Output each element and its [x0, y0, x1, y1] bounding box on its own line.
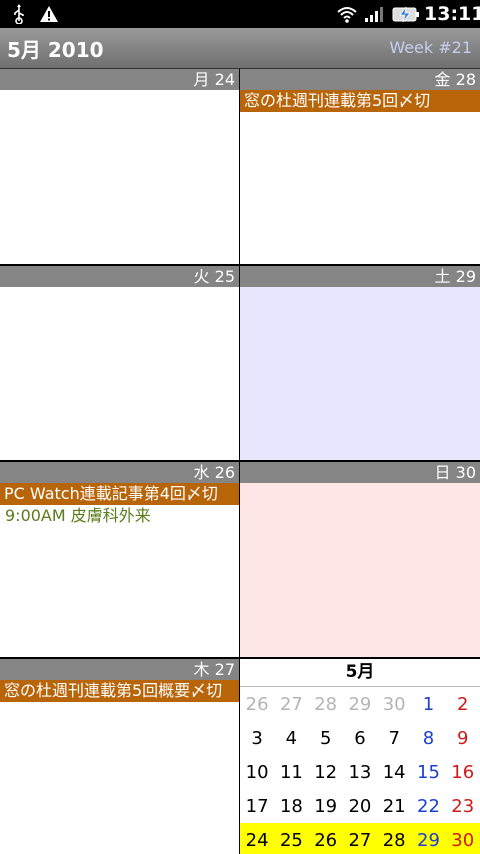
mini-calendar-day[interactable]: 13 — [343, 762, 377, 783]
mini-calendar-day[interactable]: 20 — [343, 796, 377, 817]
mini-calendar-day[interactable]: 29 — [411, 830, 445, 851]
mini-calendar-day[interactable]: 7 — [377, 728, 411, 749]
mini-calendar-day[interactable]: 8 — [411, 728, 445, 749]
event-timed[interactable]: 9:00AM 皮膚科外来 — [0, 505, 239, 527]
mini-calendar-day[interactable]: 28 — [377, 830, 411, 851]
mini-calendar-day[interactable]: 28 — [309, 694, 343, 715]
day-cell-thursday[interactable]: 木 27 窓の杜週刊連載第5回概要〆切 — [0, 659, 239, 854]
mini-calendar-day[interactable]: 29 — [343, 694, 377, 715]
day-cell-monday[interactable]: 月 24 — [0, 69, 239, 264]
clock-time: 13:11 — [424, 3, 480, 25]
event-allday[interactable]: 窓の杜週刊連載第5回〆切 — [240, 90, 480, 112]
mini-calendar-day[interactable]: 25 — [274, 830, 308, 851]
event-allday[interactable]: PC Watch連載記事第4回〆切 — [0, 483, 239, 505]
mini-calendar-day[interactable]: 11 — [274, 762, 308, 783]
calendar-title-bar: 5月 2010 Week #21 — [0, 28, 480, 69]
day-header: 月 24 — [0, 69, 239, 90]
mini-calendar-day[interactable]: 23 — [446, 796, 480, 817]
mini-calendar-day[interactable]: 21 — [377, 796, 411, 817]
mini-calendar-week-row: 17 18 19 20 21 22 23 — [240, 789, 480, 823]
status-bar: 13:11 — [0, 0, 480, 28]
day-header: 金 28 — [240, 69, 480, 90]
mini-calendar-day[interactable]: 2 — [446, 694, 480, 715]
mini-calendar-day[interactable]: 30 — [377, 694, 411, 715]
mini-calendar-day[interactable]: 15 — [411, 762, 445, 783]
warning-icon — [38, 4, 60, 24]
mini-calendar-week-row: 10 11 12 13 14 15 16 — [240, 755, 480, 789]
mini-calendar-day[interactable]: 26 — [309, 830, 343, 851]
mini-calendar-grid: 26 27 28 29 30 1 2 3 4 5 6 7 8 9 10 11 12 13 14 15 16 17 18 19 2… — [240, 687, 480, 854]
mini-calendar-day[interactable]: 27 — [274, 694, 308, 715]
day-header: 木 27 — [0, 659, 239, 680]
mini-calendar-day[interactable]: 18 — [274, 796, 308, 817]
mini-calendar-day[interactable]: 26 — [240, 694, 274, 715]
mini-calendar-day[interactable]: 14 — [377, 762, 411, 783]
mini-calendar-day[interactable]: 10 — [240, 762, 274, 783]
mini-calendar-day[interactable]: 17 — [240, 796, 274, 817]
mini-calendar-week-row: 24 25 26 27 28 29 30 — [240, 823, 480, 854]
day-cell-friday[interactable]: 金 28 窓の杜週刊連載第5回〆切 — [240, 69, 480, 264]
signal-icon — [364, 4, 386, 24]
mini-calendar-day[interactable]: 3 — [240, 728, 274, 749]
day-header: 土 29 — [240, 266, 480, 287]
mini-calendar-day[interactable]: 5 — [309, 728, 343, 749]
mini-calendar-day[interactable]: 4 — [274, 728, 308, 749]
event-allday[interactable]: 窓の杜週刊連載第5回概要〆切 — [0, 680, 239, 702]
mini-calendar-day[interactable]: 19 — [309, 796, 343, 817]
mini-calendar-day[interactable]: 6 — [343, 728, 377, 749]
mini-calendar-day[interactable]: 22 — [411, 796, 445, 817]
mini-calendar-day[interactable]: 9 — [446, 728, 480, 749]
mini-calendar-day[interactable]: 24 — [240, 830, 274, 851]
mini-calendar-day[interactable]: 12 — [309, 762, 343, 783]
wifi-icon — [336, 4, 358, 24]
mini-calendar-day[interactable]: 1 — [411, 694, 445, 715]
mini-calendar-day[interactable]: 16 — [446, 762, 480, 783]
day-header: 日 30 — [240, 462, 480, 483]
mini-month-calendar[interactable]: 5月 26 27 28 29 30 1 2 3 4 5 6 7 8 9 10 11 12 13 14 15 16 17 18… — [240, 659, 480, 854]
usb-icon — [10, 4, 28, 24]
week-number: Week #21 — [389, 38, 472, 57]
day-cell-wednesday[interactable]: 水 26 PC Watch連載記事第4回〆切 9:00AM 皮膚科外来 — [0, 462, 239, 657]
mini-calendar-title: 5月 — [240, 659, 480, 687]
day-cell-saturday[interactable]: 土 29 — [240, 266, 480, 460]
day-header: 火 25 — [0, 266, 239, 287]
month-title: 5月 2010 — [7, 38, 104, 62]
day-cell-tuesday[interactable]: 火 25 — [0, 266, 239, 460]
mini-calendar-week-row: 26 27 28 29 30 1 2 — [240, 687, 480, 721]
day-header: 水 26 — [0, 462, 239, 483]
battery-charging-icon — [392, 4, 420, 24]
mini-calendar-week-row: 3456789 — [240, 721, 480, 755]
day-cell-sunday[interactable]: 日 30 — [240, 462, 480, 657]
mini-calendar-day[interactable]: 30 — [446, 830, 480, 851]
mini-calendar-day[interactable]: 27 — [343, 830, 377, 851]
